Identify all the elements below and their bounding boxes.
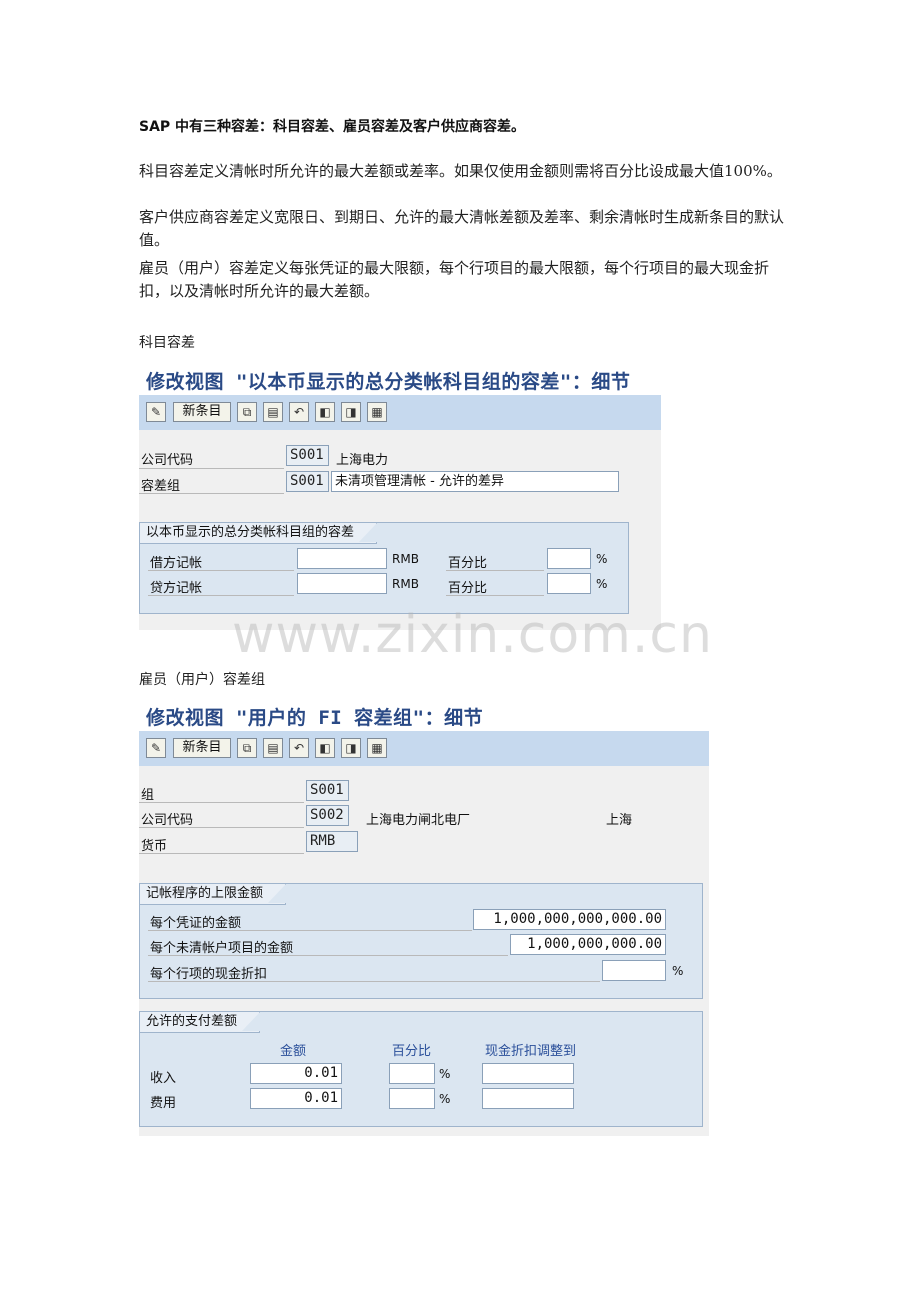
cash-discount-label: 每个行项的现金折扣 — [150, 967, 268, 982]
col-percent-header: 百分比 — [392, 1044, 432, 1059]
section2-heading: 雇员（用户）容差组 — [139, 672, 265, 688]
col-discount-header: 现金折扣调整到 — [485, 1044, 577, 1059]
credit-percent-label: 百分比 — [448, 581, 488, 596]
expense-discount-input[interactable] — [482, 1088, 574, 1109]
previous-entry-icon[interactable]: ◧ — [315, 738, 335, 758]
expense-percent-input[interactable] — [389, 1088, 435, 1109]
gl-tolerance-groupbox-title: 以本币显示的总分类帐科目组的容差 — [139, 522, 378, 544]
credit-currency: RMB — [392, 577, 419, 591]
debit-percent-unit: % — [596, 552, 608, 566]
city-text: 上海 — [606, 813, 633, 828]
intro-headline: SAP 中有三种容差：科目容差、雇员容差及客户供应商容差。 — [139, 119, 526, 135]
debit-percent-label: 百分比 — [448, 556, 488, 571]
previous-entry-icon[interactable]: ◧ — [315, 402, 335, 422]
company-code-label: 公司代码 — [141, 453, 194, 468]
debit-currency: RMB — [392, 552, 419, 566]
display-change-icon[interactable]: ✎ — [146, 738, 166, 758]
intro-paragraph-2: 客户供应商容差定义宽限日、到期日、允许的最大清帐差额及差率、剩余清帐时生成新条目… — [139, 208, 785, 249]
next-entry-icon[interactable]: ◨ — [341, 738, 361, 758]
per-open-item-label: 每个未清帐户项目的金额 — [150, 941, 294, 956]
copy-icon[interactable]: ⧉ — [237, 402, 257, 422]
posting-limits-groupbox: 记帐程序的上限金额 每个凭证的金额 1,000,000,000,000.00 每… — [139, 883, 703, 999]
section2-toolbar: ✎ 新条目 ⧉ ▤ ↶ ◧ ◨ ▦ — [139, 731, 709, 767]
credit-posting-label: 贷方记帐 — [150, 581, 203, 596]
per-document-label: 每个凭证的金额 — [150, 916, 242, 931]
payment-difference-title: 允许的支付差额 — [139, 1011, 261, 1033]
cash-discount-input[interactable] — [602, 960, 666, 981]
copy-icon[interactable]: ⧉ — [237, 738, 257, 758]
watermark-text: www.zixin.com.cn — [232, 605, 713, 665]
company-name-text: 上海电力闸北电厂 — [366, 813, 471, 828]
tolerance-group-description[interactable]: 未清项管理清帐 - 允许的差异 — [331, 471, 619, 492]
cash-discount-unit: % — [672, 964, 684, 978]
company-code-field[interactable]: S002 — [306, 805, 349, 826]
section1-panel: 公司代码 S001 上海电力 容差组 S001 未清项管理清帐 - 允许的差异 … — [139, 430, 661, 630]
section2-panel: 组 S001 公司代码 S002 上海电力闸北电厂 上海 货币 RMB 记帐程序… — [139, 766, 709, 1136]
company-code-label: 公司代码 — [141, 813, 194, 828]
new-entries-button[interactable]: 新条目 — [173, 738, 231, 758]
credit-percent-input[interactable] — [547, 573, 591, 594]
new-entries-button[interactable]: 新条目 — [173, 402, 231, 422]
per-document-amount-input[interactable]: 1,000,000,000,000.00 — [473, 909, 666, 930]
credit-amount-input[interactable] — [297, 573, 387, 594]
expense-amount-input[interactable]: 0.01 — [250, 1088, 342, 1109]
section1-heading: 科目容差 — [139, 335, 195, 351]
revenue-percent-unit: % — [439, 1067, 451, 1081]
select-block-icon[interactable]: ▦ — [367, 402, 387, 422]
company-code-field[interactable]: S001 — [286, 445, 329, 466]
intro-paragraph-3: 雇员（用户）容差定义每张凭证的最大限额，每个行项目的最大限额，每个行项目的最大现… — [139, 259, 770, 300]
debit-percent-input[interactable] — [547, 548, 591, 569]
delete-icon[interactable]: ▤ — [263, 402, 283, 422]
company-name-text: 上海电力 — [336, 453, 389, 468]
next-entry-icon[interactable]: ◨ — [341, 402, 361, 422]
select-block-icon[interactable]: ▦ — [367, 738, 387, 758]
tolerance-group-label: 容差组 — [141, 479, 181, 494]
payment-difference-groupbox: 允许的支付差额 金额 百分比 现金折扣调整到 收入 0.01 % 费用 0.01… — [139, 1011, 703, 1127]
currency-code-field[interactable]: RMB — [306, 831, 358, 852]
undo-icon[interactable]: ↶ — [289, 402, 309, 422]
currency-label: 货币 — [141, 839, 168, 854]
tolerance-group-field[interactable]: S001 — [286, 471, 329, 492]
group-label: 组 — [141, 788, 155, 803]
undo-icon[interactable]: ↶ — [289, 738, 309, 758]
revenue-label: 收入 — [150, 1071, 177, 1086]
col-amount-header: 金额 — [280, 1044, 307, 1059]
section1-toolbar: ✎ 新条目 ⧉ ▤ ↶ ◧ ◨ ▦ — [139, 395, 661, 431]
credit-percent-unit: % — [596, 577, 608, 591]
intro-paragraph-1: 科目容差定义清帐时所允许的最大差额或差率。如果仅使用金额则需将百分比设成最大值1… — [139, 162, 782, 180]
per-open-item-amount-input[interactable]: 1,000,000,000.00 — [510, 934, 666, 955]
group-code-field[interactable]: S001 — [306, 780, 349, 801]
delete-icon[interactable]: ▤ — [263, 738, 283, 758]
section1-screen-title: 修改视图 "以本币显示的总分类帐科目组的容差"：细节 — [146, 371, 631, 393]
section2-screen-title: 修改视图 "用户的 FI 容差组"：细节 — [146, 707, 484, 729]
debit-posting-label: 借方记帐 — [150, 556, 203, 571]
revenue-discount-input[interactable] — [482, 1063, 574, 1084]
posting-limits-title: 记帐程序的上限金额 — [139, 883, 287, 905]
display-change-icon[interactable]: ✎ — [146, 402, 166, 422]
expense-label: 费用 — [150, 1096, 177, 1111]
gl-tolerance-groupbox: 以本币显示的总分类帐科目组的容差 借方记帐 RMB 百分比 % 贷方记帐 RMB… — [139, 522, 629, 614]
revenue-amount-input[interactable]: 0.01 — [250, 1063, 342, 1084]
expense-percent-unit: % — [439, 1092, 451, 1106]
revenue-percent-input[interactable] — [389, 1063, 435, 1084]
debit-amount-input[interactable] — [297, 548, 387, 569]
